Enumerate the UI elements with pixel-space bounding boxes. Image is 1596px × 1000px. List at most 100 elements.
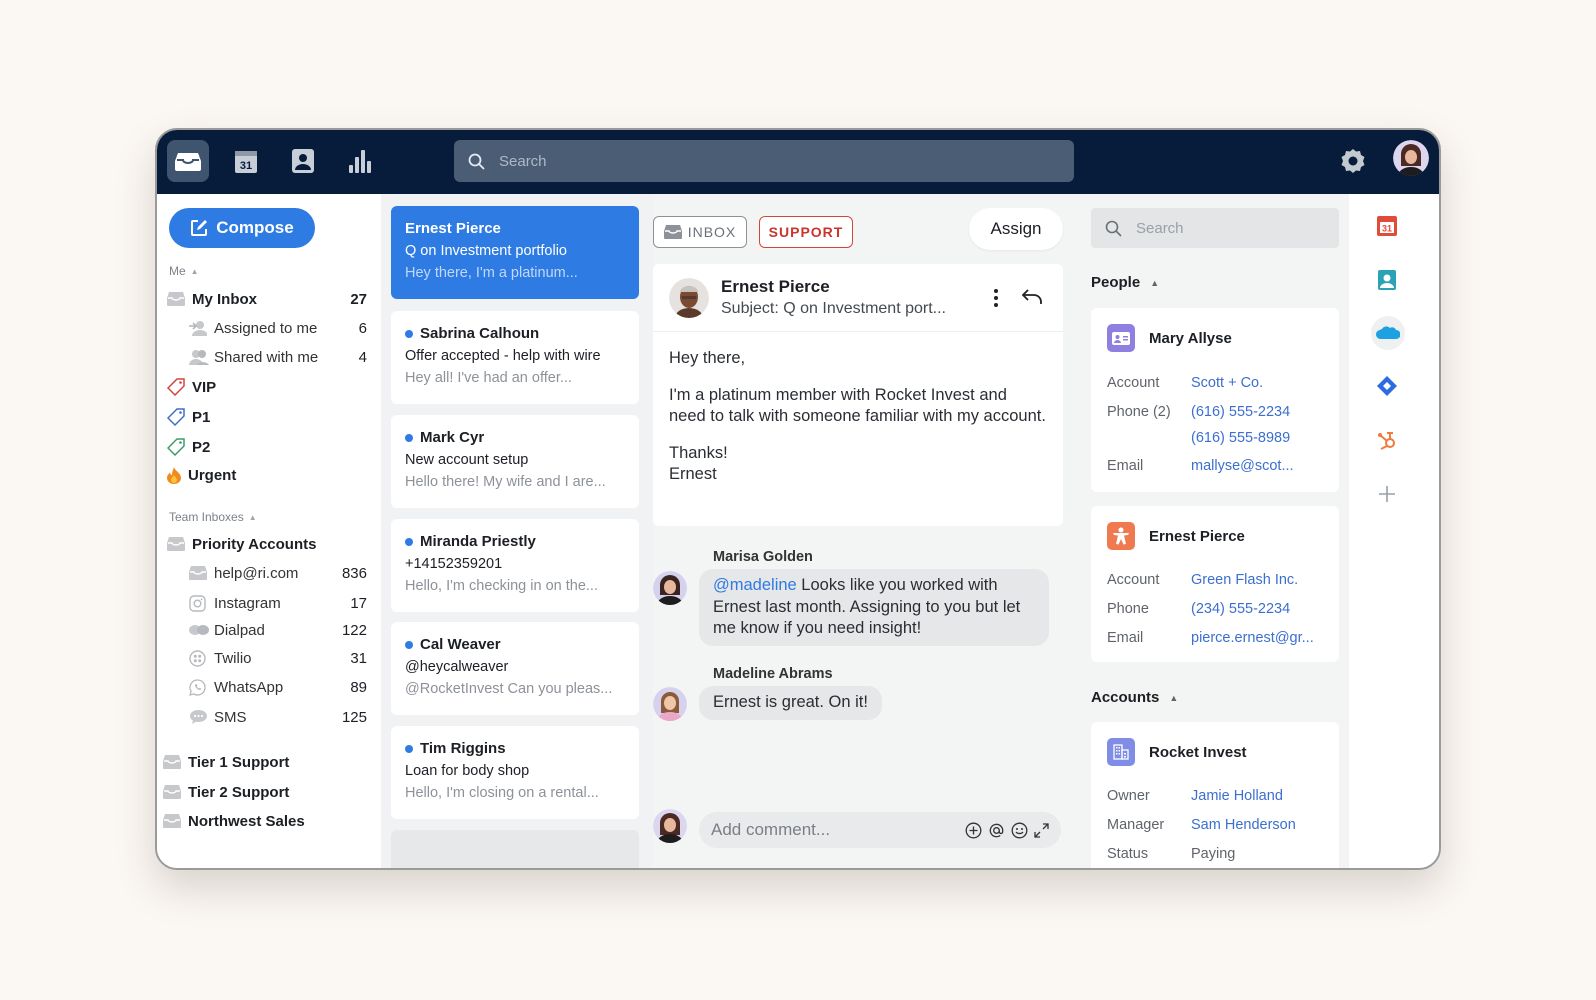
global-search-input[interactable] [499, 152, 1039, 170]
calendar-icon: 31 [235, 151, 257, 173]
conversation-item[interactable]: Ernest Pierce Q on Investment portfolio … [391, 206, 639, 299]
conversation-item[interactable]: Mark Cyr New account setup Hello there! … [391, 415, 639, 508]
message-card: Ernest Pierce Subject: Q on Investment p… [653, 264, 1063, 526]
inbox-tag[interactable]: INBOX [653, 216, 747, 248]
sidebar-item-label: P1 [192, 408, 211, 426]
rail-jira[interactable] [1371, 370, 1403, 402]
sidebar-tag-p2[interactable]: P2 [167, 434, 367, 460]
sidebar-item-dialpad[interactable]: Dialpad 122 [189, 617, 367, 643]
team-inboxes-toggle[interactable]: Team Inboxes ▲ [169, 510, 257, 524]
sidebar-item-tier-1-support[interactable]: Tier 1 Support [163, 749, 363, 775]
twilio-icon [189, 649, 211, 667]
mention-button[interactable] [988, 822, 1005, 839]
conversation-item[interactable]: Sabrina Calhoun Offer accepted - help wi… [391, 311, 639, 404]
app-window: 31 Compose Me ▲ My Inbox 27 [155, 128, 1441, 870]
conversation-preview: Hey all! I've had an offer... [405, 370, 572, 386]
sidebar-item-assigned-to-me[interactable]: Assigned to me 6 [189, 315, 367, 341]
reply-button[interactable] [1021, 288, 1043, 311]
sidebar-item-priority-accounts[interactable]: Priority Accounts [167, 531, 367, 557]
field-value-link[interactable]: Scott + Co. [1191, 375, 1263, 391]
sidebar-tag-p1[interactable]: P1 [167, 404, 367, 430]
whatsapp-icon [189, 678, 211, 696]
sidebar-item-my-inbox[interactable]: My Inbox 27 [167, 286, 367, 312]
sidebar-item-label: P2 [192, 438, 211, 456]
comment-input[interactable] [711, 820, 959, 840]
people-section-toggle[interactable]: People ▲ [1091, 274, 1159, 291]
sidebar-item-tier-2-support[interactable]: Tier 2 Support [163, 779, 363, 805]
message-paragraph: Thanks! Ernest [669, 444, 728, 483]
emoji-button[interactable] [1011, 822, 1028, 839]
field-label: Account [1107, 572, 1160, 588]
more-options-button[interactable] [993, 288, 999, 313]
sidebar-item-instagram[interactable]: Instagram 17 [189, 590, 367, 616]
sidebar-item-twilio[interactable]: Twilio 31 [189, 645, 367, 671]
user-avatar[interactable] [1393, 140, 1429, 176]
person-name[interactable]: Ernest Pierce [1149, 528, 1245, 545]
accounts-section-toggle[interactable]: Accounts ▲ [1091, 689, 1178, 706]
rail-add-integration[interactable] [1371, 478, 1403, 510]
sidebar-item-northwest-sales[interactable]: Northwest Sales [163, 808, 363, 834]
conversation-list: Ernest Pierce Q on Investment portfolio … [381, 194, 653, 868]
field-value-link[interactable]: Sam Henderson [1191, 817, 1296, 833]
shared-users-icon [189, 349, 211, 365]
message-paragraph: I'm a platinum member with Rocket Invest… [669, 386, 1046, 425]
building-icon [1107, 738, 1135, 766]
rail-google-calendar[interactable]: 31 [1371, 210, 1403, 242]
conversation-item[interactable]: Tim Riggins Loan for body shop Hello, I'… [391, 726, 639, 819]
support-tag[interactable]: SUPPORT [759, 216, 853, 248]
context-search-input[interactable] [1136, 219, 1326, 237]
context-search[interactable] [1091, 208, 1339, 248]
sidebar-item-sms[interactable]: SMS 125 [189, 704, 367, 730]
field-value-link[interactable]: Jamie Holland [1191, 788, 1283, 804]
sidebar-item-help-email[interactable]: help@ri.com 836 [189, 560, 367, 586]
conversation-view: INBOX SUPPORT Assign Ernest Pierce Subje… [653, 194, 1079, 868]
field-value-link[interactable]: Green Flash Inc. [1191, 572, 1298, 588]
search-icon [1105, 220, 1122, 237]
rail-salesforce[interactable] [1371, 316, 1405, 350]
field-value-link[interactable]: (234) 555-2234 [1191, 601, 1290, 617]
nav-analytics[interactable] [339, 140, 381, 182]
sidebar-item-label: Northwest Sales [188, 812, 305, 830]
conversation-item[interactable]: Cal Weaver @heycalweaver @RocketInvest C… [391, 622, 639, 715]
sidebar-item-shared-with-me[interactable]: Shared with me 4 [189, 344, 367, 370]
field-value-link[interactable]: (616) 555-2234 [1191, 404, 1290, 420]
conversation-item-placeholder [391, 830, 639, 868]
me-section-toggle[interactable]: Me ▲ [169, 264, 199, 278]
commenter-avatar [653, 687, 687, 721]
gear-icon [1341, 149, 1365, 173]
field-value-link[interactable]: (616) 555-8989 [1191, 430, 1290, 446]
top-bar: 31 [157, 130, 1439, 194]
nav-contacts[interactable] [282, 140, 324, 182]
caret-up-icon: ▲ [1169, 692, 1179, 703]
conversation-item[interactable]: Miranda Priestly +14152359201 Hello, I'm… [391, 519, 639, 612]
compose-button[interactable]: Compose [169, 208, 315, 248]
plus-icon [1379, 486, 1395, 502]
account-name[interactable]: Rocket Invest [1149, 744, 1247, 761]
sidebar-item-label: Instagram [214, 594, 281, 612]
sidebar-tag-urgent[interactable]: Urgent [167, 462, 367, 488]
nav-calendar[interactable]: 31 [225, 140, 267, 182]
global-search[interactable] [454, 140, 1074, 182]
field-value-link[interactable]: pierce.ernest@gr... [1191, 630, 1314, 646]
mention-link[interactable]: @madeline [713, 576, 797, 594]
sidebar-item-count: 122 [341, 621, 367, 639]
rail-contacts[interactable] [1371, 264, 1403, 296]
sidebar-item-whatsapp[interactable]: WhatsApp 89 [189, 674, 367, 700]
sidebar-item-count: 836 [341, 564, 367, 582]
sidebar-tag-vip[interactable]: VIP [167, 374, 367, 400]
conversation-sender: Tim Riggins [420, 740, 506, 757]
person-name[interactable]: Mary Allyse [1149, 330, 1232, 347]
field-value-link[interactable]: mallyse@scot... [1191, 458, 1294, 474]
sidebar-item-count: 27 [350, 290, 367, 308]
jira-diamond-icon [1377, 376, 1397, 396]
expand-icon [1034, 822, 1049, 838]
comment-text: Ernest is great. On it! [713, 693, 868, 711]
message-header: Ernest Pierce Subject: Q on Investment p… [653, 264, 1063, 332]
rail-hubspot[interactable] [1371, 424, 1403, 456]
sidebar-item-count: 125 [341, 708, 367, 726]
settings-button[interactable] [1340, 148, 1366, 179]
assign-button[interactable]: Assign [969, 208, 1063, 250]
expand-button[interactable] [1034, 822, 1049, 838]
attach-button[interactable] [965, 822, 982, 839]
nav-inbox[interactable] [167, 140, 209, 182]
